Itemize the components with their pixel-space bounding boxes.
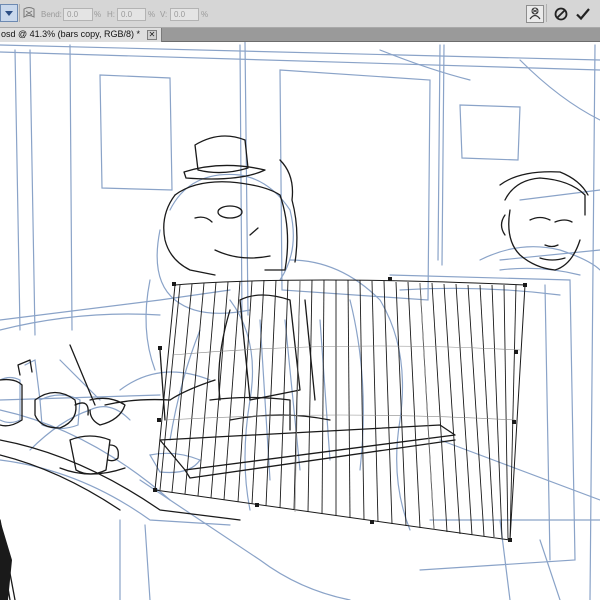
separator [546, 4, 547, 22]
v-input[interactable]: 0.0 [170, 8, 199, 21]
document-tab[interactable]: osd @ 41.3% (bars copy, RGB/8) * ✕ [0, 28, 162, 42]
close-icon[interactable]: ✕ [147, 30, 157, 40]
chevron-down-icon [5, 11, 13, 16]
warp-orientation-icon[interactable] [22, 6, 36, 20]
tool-preset-dropdown[interactable] [0, 4, 18, 22]
cancel-transform-icon[interactable] [552, 5, 570, 23]
bend-input[interactable]: 0.0 [63, 8, 93, 21]
document-tab-strip: osd @ 41.3% (bars copy, RGB/8) * ✕ [0, 28, 600, 42]
h-label: H: [107, 10, 115, 19]
commit-transform-icon[interactable] [574, 5, 592, 23]
document-canvas[interactable] [0, 42, 600, 600]
warp-mode-toggle[interactable] [526, 5, 544, 23]
bend-label: Bend: [41, 10, 62, 19]
v-label: V: [160, 10, 168, 19]
modified-marker: * [136, 29, 141, 39]
h-unit: % [148, 10, 156, 19]
options-bar: Bend: 0.0 % H: 0.0 % V: 0.0 % [0, 0, 600, 28]
photoshop-window: Bend: 0.0 % H: 0.0 % V: 0.0 % osd @ 41.3… [0, 0, 600, 600]
puppet-warp-icon [529, 7, 541, 20]
bend-unit: % [94, 10, 102, 19]
v-unit: % [201, 10, 209, 19]
document-tab-title: osd @ 41.3% (bars copy, RGB/8) [1, 29, 135, 39]
h-input[interactable]: 0.0 [117, 8, 146, 21]
sketch-artwork [0, 42, 600, 600]
separator [19, 4, 20, 22]
